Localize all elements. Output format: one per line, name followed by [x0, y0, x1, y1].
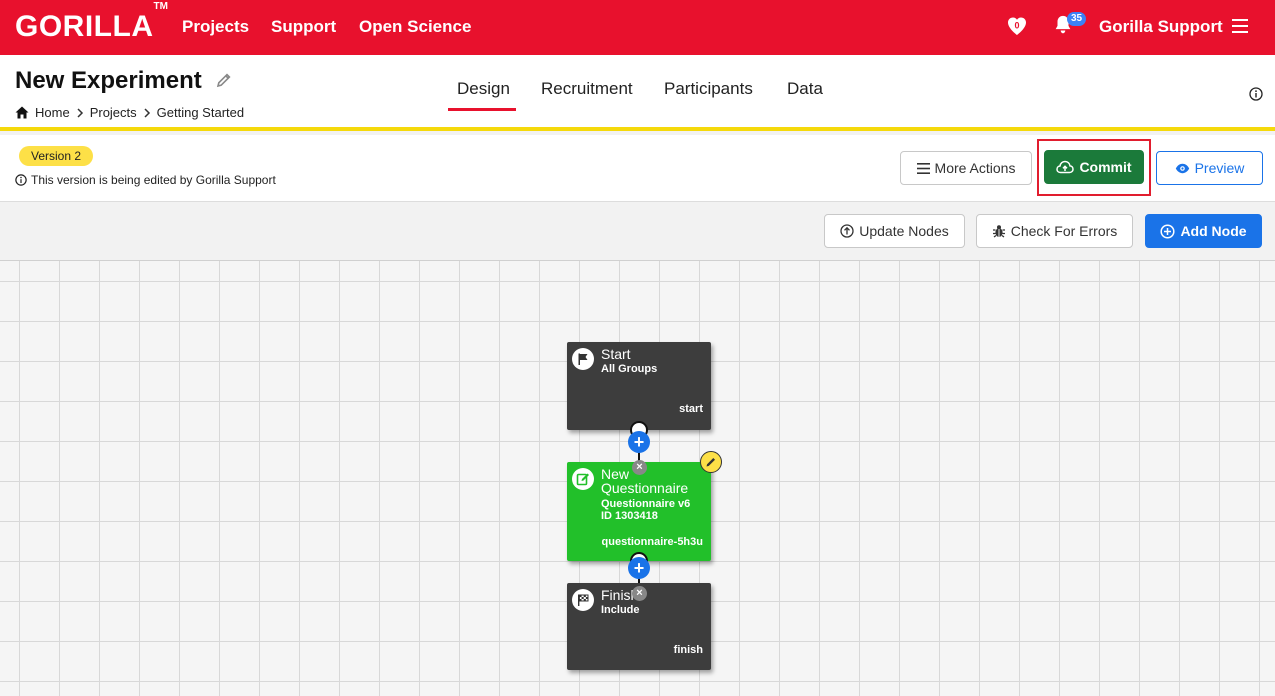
- rename-pencil-icon[interactable]: [216, 72, 232, 88]
- version-note: This version is being edited by Gorilla …: [15, 173, 276, 187]
- node-questionnaire[interactable]: New Questionnaire Questionnaire v6 ID 13…: [567, 462, 711, 561]
- node-finish-subtitle: Include: [601, 604, 640, 616]
- plus-circle-icon: [1160, 223, 1175, 239]
- eye-icon: [1175, 163, 1189, 173]
- preview-label: Preview: [1194, 160, 1245, 176]
- arrow-up-circle-icon: [840, 224, 854, 238]
- tab-participants[interactable]: Participants: [664, 79, 753, 99]
- brand-logo[interactable]: GORILLATM: [15, 1, 168, 44]
- heart-count: 0: [1014, 21, 1019, 31]
- node-start[interactable]: Start All Groups start: [567, 342, 711, 430]
- checkered-flag-icon: [572, 589, 594, 611]
- delete-connection-button[interactable]: ×: [632, 586, 647, 601]
- nav-open-science[interactable]: Open Science: [359, 17, 471, 37]
- tab-data[interactable]: Data: [787, 79, 823, 99]
- version-badge: Version 2: [19, 146, 94, 166]
- node-finish-key: finish: [673, 644, 703, 656]
- add-node-label: Add Node: [1180, 223, 1247, 239]
- insert-node-button[interactable]: +: [628, 557, 650, 579]
- nav-projects[interactable]: Projects: [182, 17, 249, 37]
- tab-design[interactable]: Design: [457, 79, 510, 99]
- top-navbar: GORILLATM Projects Support Open Science …: [0, 0, 1275, 55]
- brand-name: GORILLA: [15, 10, 154, 43]
- version-note-text: This version is being edited by Gorilla …: [31, 173, 276, 187]
- more-actions-label: More Actions: [934, 160, 1016, 176]
- node-start-title: Start: [601, 346, 631, 362]
- bug-icon: [992, 225, 1005, 238]
- check-errors-label: Check For Errors: [1010, 223, 1118, 239]
- heart-icon[interactable]: 0: [1005, 14, 1029, 38]
- node-start-key: start: [679, 403, 703, 415]
- node-questionnaire-title: New Questionnaire: [601, 466, 689, 496]
- node-start-subtitle: All Groups: [601, 363, 658, 375]
- list-icon: [916, 162, 930, 174]
- user-menu-name[interactable]: Gorilla Support: [1099, 17, 1223, 37]
- breadcrumb-getting-started[interactable]: Getting Started: [157, 105, 244, 120]
- flag-icon: [572, 348, 594, 370]
- node-questionnaire-version: Questionnaire v6: [601, 498, 691, 510]
- info-icon[interactable]: [1249, 87, 1263, 101]
- experiment-header: New Experiment Home Projects Getting Sta…: [0, 55, 1275, 131]
- update-nodes-button[interactable]: Update Nodes: [824, 214, 965, 248]
- breadcrumb-home[interactable]: Home: [35, 105, 70, 120]
- insert-node-button[interactable]: +: [628, 431, 650, 453]
- delete-connection-button[interactable]: ×: [632, 460, 647, 475]
- breadcrumb-projects[interactable]: Projects: [90, 105, 137, 120]
- hamburger-menu-icon[interactable]: [1232, 19, 1248, 33]
- notification-badge: 35: [1067, 12, 1087, 26]
- commit-highlight-box: [1037, 139, 1151, 196]
- brand-trademark: TM: [153, 1, 168, 12]
- node-questionnaire-key: questionnaire-5h3u: [601, 536, 703, 548]
- nav-support[interactable]: Support: [271, 17, 336, 37]
- check-errors-button[interactable]: Check For Errors: [976, 214, 1133, 248]
- active-tab-indicator: [448, 108, 516, 111]
- node-questionnaire-id: ID 1303418: [601, 510, 658, 522]
- preview-button[interactable]: Preview: [1156, 151, 1263, 185]
- breadcrumb: Home Projects Getting Started: [15, 105, 244, 120]
- page-title: New Experiment: [15, 67, 202, 94]
- edit-node-pencil-icon[interactable]: [700, 451, 722, 473]
- tab-recruitment[interactable]: Recruitment: [541, 79, 633, 99]
- update-nodes-label: Update Nodes: [859, 223, 949, 239]
- edit-square-icon: [572, 468, 594, 490]
- add-node-button[interactable]: Add Node: [1145, 214, 1262, 248]
- info-icon: [15, 174, 27, 186]
- experiment-tree-canvas[interactable]: Start All Groups start New Questionnaire…: [0, 261, 1275, 696]
- chevron-right-icon: [144, 107, 150, 118]
- more-actions-button[interactable]: More Actions: [900, 151, 1032, 185]
- home-icon: [15, 106, 29, 119]
- chevron-right-icon: [77, 107, 83, 118]
